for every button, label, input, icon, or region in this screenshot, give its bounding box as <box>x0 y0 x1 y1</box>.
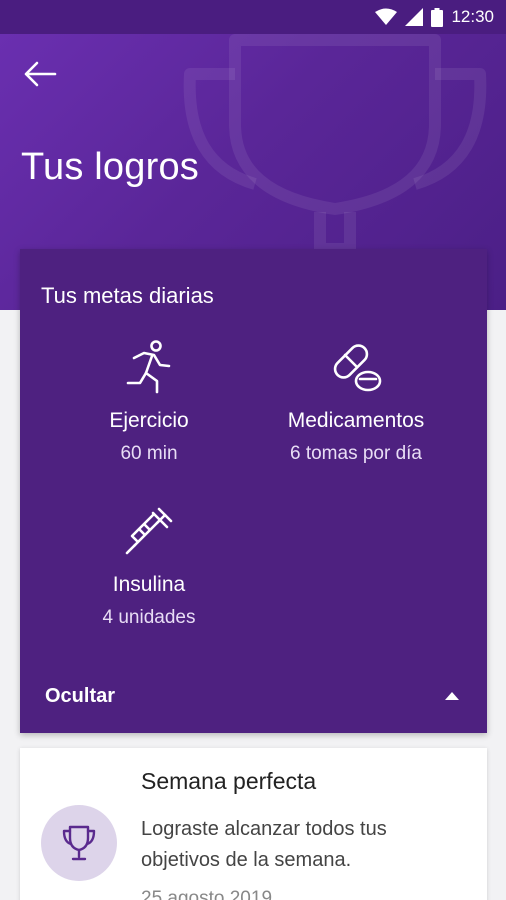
hide-goals-toggle[interactable]: Ocultar <box>20 669 487 723</box>
goals-title: Tus metas diarias <box>41 283 214 308</box>
achievement-description: Lograste alcanzar todos tus objetivos de… <box>141 818 387 871</box>
trophy-icon <box>62 825 96 861</box>
status-time: 12:30 <box>451 7 494 26</box>
syringe-icon <box>125 507 173 555</box>
achievement-card[interactable]: Semana perfecta Lograste alcanzar todos … <box>20 748 487 900</box>
arrow-left-icon <box>24 61 57 87</box>
back-button[interactable] <box>20 58 60 90</box>
page-title: Tus logros <box>21 146 199 188</box>
running-person-icon <box>126 340 171 394</box>
pills-icon <box>333 344 382 392</box>
goal-exercise: Ejercicio 60 min <box>44 337 254 465</box>
daily-goals-card: Tus metas diarias Ejercicio 60 min Medic… <box>20 249 487 733</box>
goal-name: Ejercicio <box>109 409 189 432</box>
achievement-date: 25 agosto 2019 <box>141 888 273 900</box>
status-bar: 12:30 <box>0 0 506 34</box>
achievement-badge <box>41 805 117 881</box>
goal-value: 60 min <box>120 443 178 464</box>
goal-value: 4 unidades <box>102 607 196 628</box>
goal-name: Insulina <box>112 573 186 596</box>
battery-icon <box>431 7 444 27</box>
wifi-icon <box>375 8 398 25</box>
goal-insulin: Insulina 4 unidades <box>44 501 254 629</box>
signal-icon <box>405 8 424 26</box>
achievement-title: Semana perfecta <box>141 768 317 794</box>
goal-value: 6 tomas por día <box>289 443 423 464</box>
trophy-watermark-icon <box>183 34 487 255</box>
caret-up-icon <box>445 692 459 700</box>
hide-label: Ocultar <box>45 684 116 707</box>
goal-medications: Medicamentos 6 tomas por día <box>251 337 461 465</box>
goal-name: Medicamentos <box>287 409 425 432</box>
